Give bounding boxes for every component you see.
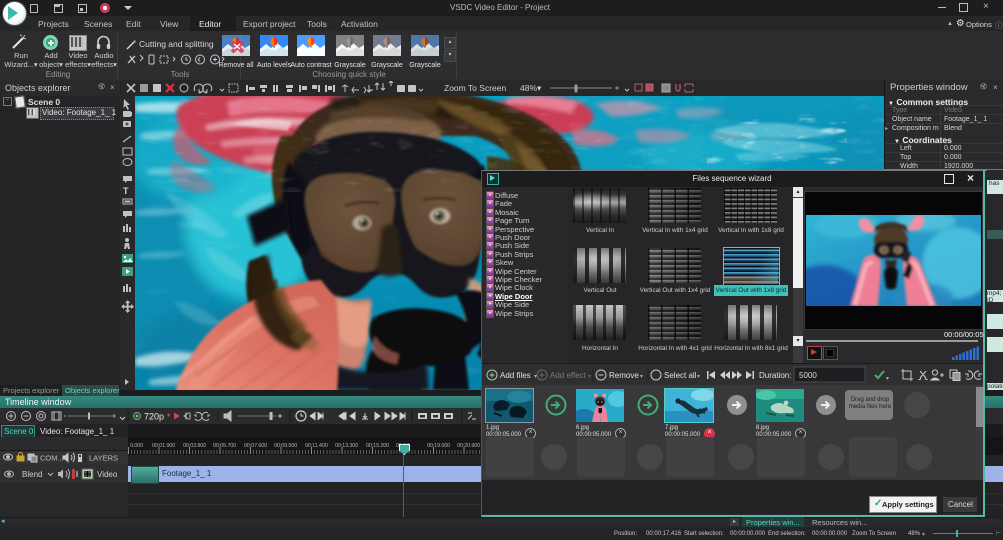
svg-text:720p: 720p (144, 412, 164, 422)
svg-text:Select all: Select all (664, 371, 697, 380)
svg-text:Blend: Blend (22, 470, 42, 479)
svg-text:▾: ▾ (588, 374, 591, 380)
svg-text:Video: Video (97, 470, 118, 479)
svg-text:Duration:: Duration: (759, 371, 791, 380)
svg-text:5000: 5000 (799, 371, 817, 380)
svg-text:Add files: Add files (500, 371, 531, 380)
svg-text:48%▾: 48%▾ (520, 83, 542, 93)
svg-text:▾: ▾ (640, 374, 643, 380)
svg-text:Zoom To Screen: Zoom To Screen (444, 83, 506, 93)
svg-text:▾: ▾ (886, 376, 889, 382)
svg-text:Add effect: Add effect (550, 371, 587, 380)
svg-text:▾: ▾ (697, 374, 700, 380)
svg-text:T: T (123, 186, 129, 196)
svg-text:COM...: COM... (40, 454, 64, 463)
svg-text:LAYERS: LAYERS (89, 454, 118, 463)
svg-text:Remove: Remove (609, 371, 639, 380)
